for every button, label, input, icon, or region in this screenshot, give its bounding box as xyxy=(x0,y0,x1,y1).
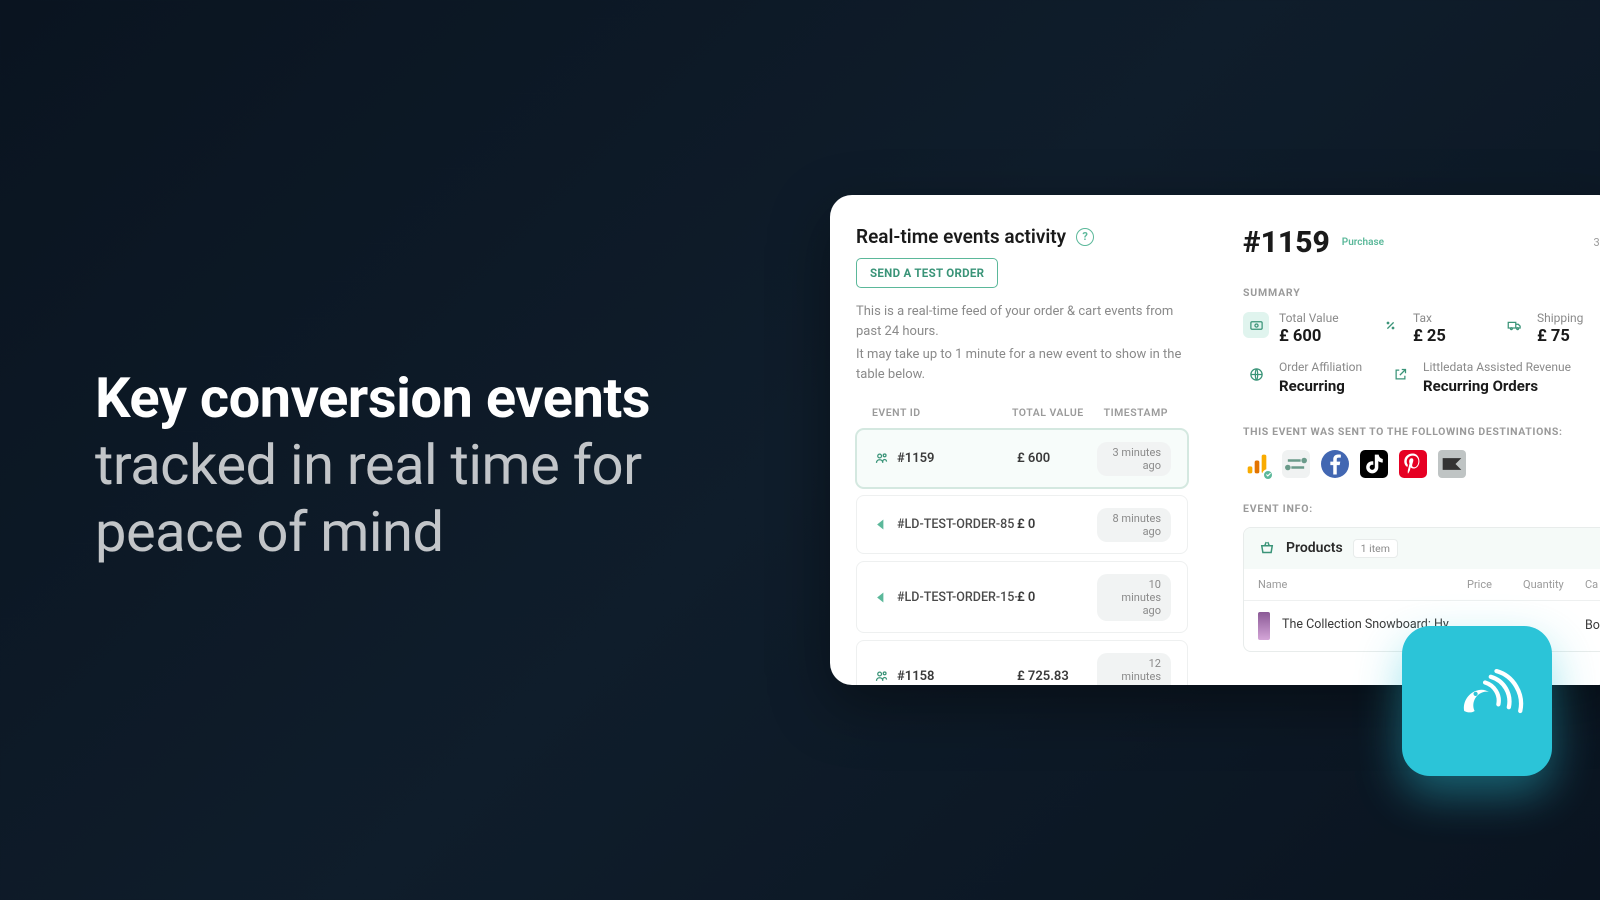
destinations-label: THIS EVENT WAS SENT TO THE FOLLOWING DES… xyxy=(1243,425,1600,438)
event-row[interactable]: #1159£ 6003 minutes ago xyxy=(856,429,1188,488)
summary-label: SUMMARY xyxy=(1243,286,1600,299)
event-id: #1158 xyxy=(897,669,1017,684)
app-logo-badge xyxy=(1402,626,1552,776)
events-table-header: EVENT ID TOTAL VALUE TIMESTAMP xyxy=(856,388,1188,429)
panel-desc-2: It may take up to 1 minute for a new eve… xyxy=(856,345,1188,384)
external-link-icon xyxy=(1387,361,1413,387)
truck-icon xyxy=(1501,312,1527,338)
event-timestamp: 8 minutes ago xyxy=(1097,508,1171,542)
product-thumbnail xyxy=(1258,612,1270,640)
event-row[interactable]: #LD-TEST-ORDER-85£ 08 minutes ago xyxy=(856,495,1188,554)
events-panel: Real-time events activity ? SEND A TEST … xyxy=(830,195,1214,685)
event-id: #LD-TEST-ORDER-15- xyxy=(897,590,1017,605)
summary-total-value: Total Value £ 600 xyxy=(1243,311,1363,346)
summary-affiliation: Order Affiliation Recurring xyxy=(1243,360,1373,394)
order-icon xyxy=(873,451,889,467)
test-icon xyxy=(873,517,889,533)
event-id: #LD-TEST-ORDER-85 xyxy=(897,517,1017,532)
money-icon xyxy=(1243,312,1269,338)
products-table-header: Name Price Quantity Ca xyxy=(1244,569,1600,601)
col-timestamp: TIMESTAMP xyxy=(1102,406,1172,419)
products-count: 1 item xyxy=(1353,539,1398,558)
test-icon xyxy=(873,589,889,605)
event-value: £ 725.83 xyxy=(1017,669,1097,684)
col-event-id: EVENT ID xyxy=(872,406,1012,419)
hero-rest: tracked in real time for peace of mind xyxy=(95,432,642,565)
facebook-icon[interactable] xyxy=(1321,450,1349,478)
event-value: £ 0 xyxy=(1017,517,1097,532)
check-badge-icon xyxy=(1262,469,1274,481)
help-icon[interactable]: ? xyxy=(1076,228,1094,246)
event-row[interactable]: #1158£ 725.8312 minutes ago xyxy=(856,640,1188,685)
destination-icons xyxy=(1243,450,1600,478)
purchase-tag: Purchase xyxy=(1342,237,1384,248)
event-value: £ 0 xyxy=(1017,590,1097,605)
summary-shipping: Shipping £ 75 xyxy=(1501,311,1600,346)
detail-order-id: #1159 xyxy=(1243,225,1330,260)
tax-icon xyxy=(1377,312,1403,338)
hero-bold: Key conversion events xyxy=(95,365,650,431)
basket-icon xyxy=(1258,539,1276,557)
panel-desc-1: This is a real-time feed of your order &… xyxy=(856,302,1188,341)
tiktok-icon[interactable] xyxy=(1360,450,1388,478)
pinterest-icon[interactable] xyxy=(1399,450,1427,478)
order-icon xyxy=(873,668,889,684)
panel-title: Real-time events activity xyxy=(856,225,1066,248)
summary-tax: Tax £ 25 xyxy=(1377,311,1487,346)
products-title: Products xyxy=(1286,540,1343,556)
segment-icon[interactable] xyxy=(1282,450,1310,478)
globe-icon xyxy=(1243,361,1269,387)
event-row[interactable]: #LD-TEST-ORDER-15-£ 010 minutes ago xyxy=(856,561,1188,633)
col-total-value: TOTAL VALUE xyxy=(1012,406,1102,419)
hero-headline: Key conversion events tracked in real ti… xyxy=(95,365,695,567)
event-detail-panel: #1159 Purchase 3 m SUMMARY Total Value £… xyxy=(1214,195,1600,685)
events-list: #1159£ 6003 minutes ago #LD-TEST-ORDER-85… xyxy=(856,429,1188,685)
event-info-label: EVENT INFO: xyxy=(1243,502,1600,515)
event-timestamp: 3 minutes ago xyxy=(1097,442,1171,476)
summary-assisted-revenue: Littledata Assisted Revenue Recurring Or… xyxy=(1387,360,1587,394)
app-window: Real-time events activity ? SEND A TEST … xyxy=(830,195,1600,685)
google-analytics-icon[interactable] xyxy=(1243,450,1271,478)
event-value: £ 600 xyxy=(1017,451,1097,466)
send-test-order-button[interactable]: SEND A TEST ORDER xyxy=(856,258,998,288)
event-id: #1159 xyxy=(897,451,1017,466)
klaviyo-icon[interactable] xyxy=(1438,450,1466,478)
detail-timestamp: 3 m xyxy=(1593,236,1600,249)
event-timestamp: 10 minutes ago xyxy=(1097,574,1171,621)
event-timestamp: 12 minutes ago xyxy=(1097,653,1171,686)
